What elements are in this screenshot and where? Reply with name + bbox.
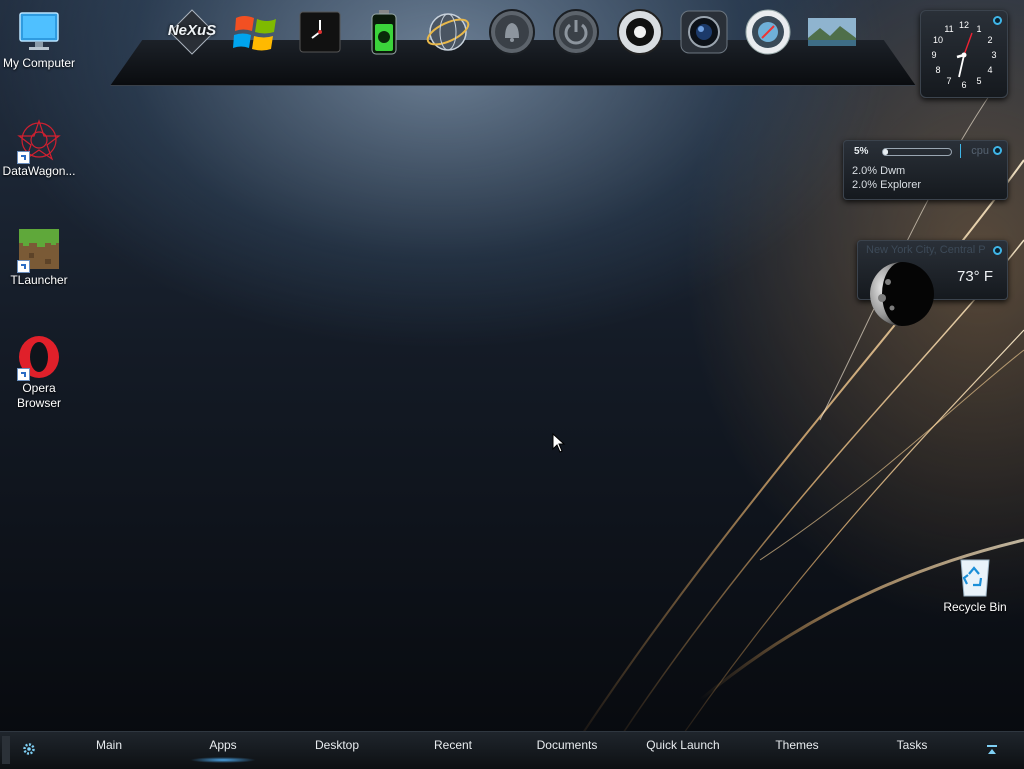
dock-item-camera[interactable] [678, 8, 730, 56]
wallpaper-light-streaks [559, 79, 1024, 768]
active-tab-indicator [190, 757, 256, 763]
grass-block-icon [17, 227, 61, 273]
datawagon-star-icon [17, 118, 61, 164]
recycle-bin-icon [953, 554, 997, 598]
dock-item-bell[interactable] [486, 8, 538, 56]
tab-themes[interactable]: Themes [747, 738, 847, 752]
analog-clock-face: 12 12 3 456789 1011 [931, 20, 996, 90]
desktop-icon-datawagon[interactable]: DataWagon... [0, 118, 78, 179]
weather-temperature: 73° F [956, 268, 993, 285]
clock-number: 1 [976, 24, 981, 34]
widget-settings-icon[interactable] [993, 146, 1002, 155]
weather-location: New York City, Central P [866, 244, 986, 256]
clock-number: 8 [936, 65, 941, 75]
clock-number: 4 [987, 65, 992, 75]
tab-quick-launch[interactable]: Quick Launch [633, 738, 733, 752]
cpu-percent-label: 5% [854, 146, 869, 157]
dock-item-network[interactable] [422, 8, 474, 56]
monitor-icon [17, 10, 61, 54]
dock-item-landscape[interactable] [806, 8, 858, 56]
collapse-up-icon[interactable] [986, 744, 998, 756]
dock-item-windows[interactable] [230, 8, 282, 56]
cpu-widget[interactable]: 5% cpu 2.0% Dwm 2.0% Explorer [843, 140, 1008, 200]
clock-icon [299, 11, 341, 53]
clock-number: 6 [961, 80, 966, 90]
desktop-icon-label: DataWagon... [2, 164, 76, 178]
desktop-icon-my-computer[interactable]: My Computer [0, 10, 78, 71]
cpu-process-row: 2.0% Explorer [852, 179, 922, 191]
cpu-usage-bar-fill [883, 149, 889, 155]
dock-item-clock[interactable] [294, 8, 346, 56]
dock-item-compass[interactable] [742, 8, 794, 56]
cpu-process-row: 2.0% Dwm [852, 165, 906, 177]
tab-tasks[interactable]: Tasks [862, 738, 962, 752]
tab-documents[interactable]: Documents [517, 738, 617, 752]
windows-logo-icon [233, 16, 276, 51]
mouse-cursor-icon [552, 433, 566, 453]
shortcut-arrow-icon [17, 260, 30, 273]
clock-number: 9 [931, 50, 936, 60]
desktop-icon-label: My Computer [2, 56, 76, 70]
clock-number: 10 [933, 35, 943, 45]
cpu-title: cpu [971, 145, 989, 157]
dock: NeXuS [166, 8, 866, 56]
landscape-image-icon [808, 18, 856, 46]
desktop-icon-label: Recycle Bin [943, 600, 1007, 614]
desktop-icon-label: TLauncher [10, 273, 68, 287]
clock-number: 2 [987, 35, 992, 45]
clock-number: 5 [976, 76, 981, 86]
cpu-divider [960, 144, 961, 158]
taskbar: Main Apps Desktop Recent Documents Quick… [0, 731, 1024, 769]
opera-logo-icon [17, 335, 61, 381]
shortcut-arrow-icon [17, 151, 30, 164]
clock-number: 3 [991, 50, 996, 60]
camera-icon [680, 10, 728, 54]
gear-icon[interactable] [22, 742, 36, 756]
dock-nexus-label: NeXuS [167, 22, 217, 39]
compass-icon [745, 9, 791, 55]
dock-item-speaker[interactable] [614, 8, 666, 56]
power-icon [553, 9, 599, 55]
dock-item-battery[interactable] [358, 8, 410, 56]
desktop-icon-label: Opera Browser [16, 381, 61, 410]
speaker-icon [617, 9, 663, 55]
desktop-icon-opera[interactable]: Opera Browser [0, 335, 78, 411]
clock-number: 11 [944, 24, 953, 34]
widget-settings-icon[interactable] [993, 246, 1002, 255]
clock-widget[interactable]: 12 1 2 3 4 5 6 7 8 9 10 11 [920, 10, 1008, 98]
desktop-icon-tlauncher[interactable]: TLauncher [0, 227, 78, 288]
clock-number: 7 [946, 76, 951, 86]
dock-item-nexus[interactable]: NeXuS [166, 8, 218, 56]
network-globe-icon [426, 13, 470, 51]
tab-main[interactable]: Main [59, 738, 159, 752]
bell-icon [489, 9, 535, 55]
tab-desktop[interactable]: Desktop [287, 738, 387, 752]
tab-recent[interactable]: Recent [403, 738, 503, 752]
shortcut-arrow-icon [17, 368, 30, 381]
taskbar-side-arrow[interactable] [2, 736, 10, 764]
moon-phase-icon [868, 260, 936, 328]
dock-item-power[interactable] [550, 8, 602, 56]
tab-apps[interactable]: Apps [173, 738, 273, 752]
desktop-icon-recycle-bin[interactable]: Recycle Bin [936, 554, 1014, 615]
cpu-usage-bar [882, 148, 952, 156]
battery-icon [371, 10, 397, 55]
clock-number: 12 [959, 20, 969, 30]
